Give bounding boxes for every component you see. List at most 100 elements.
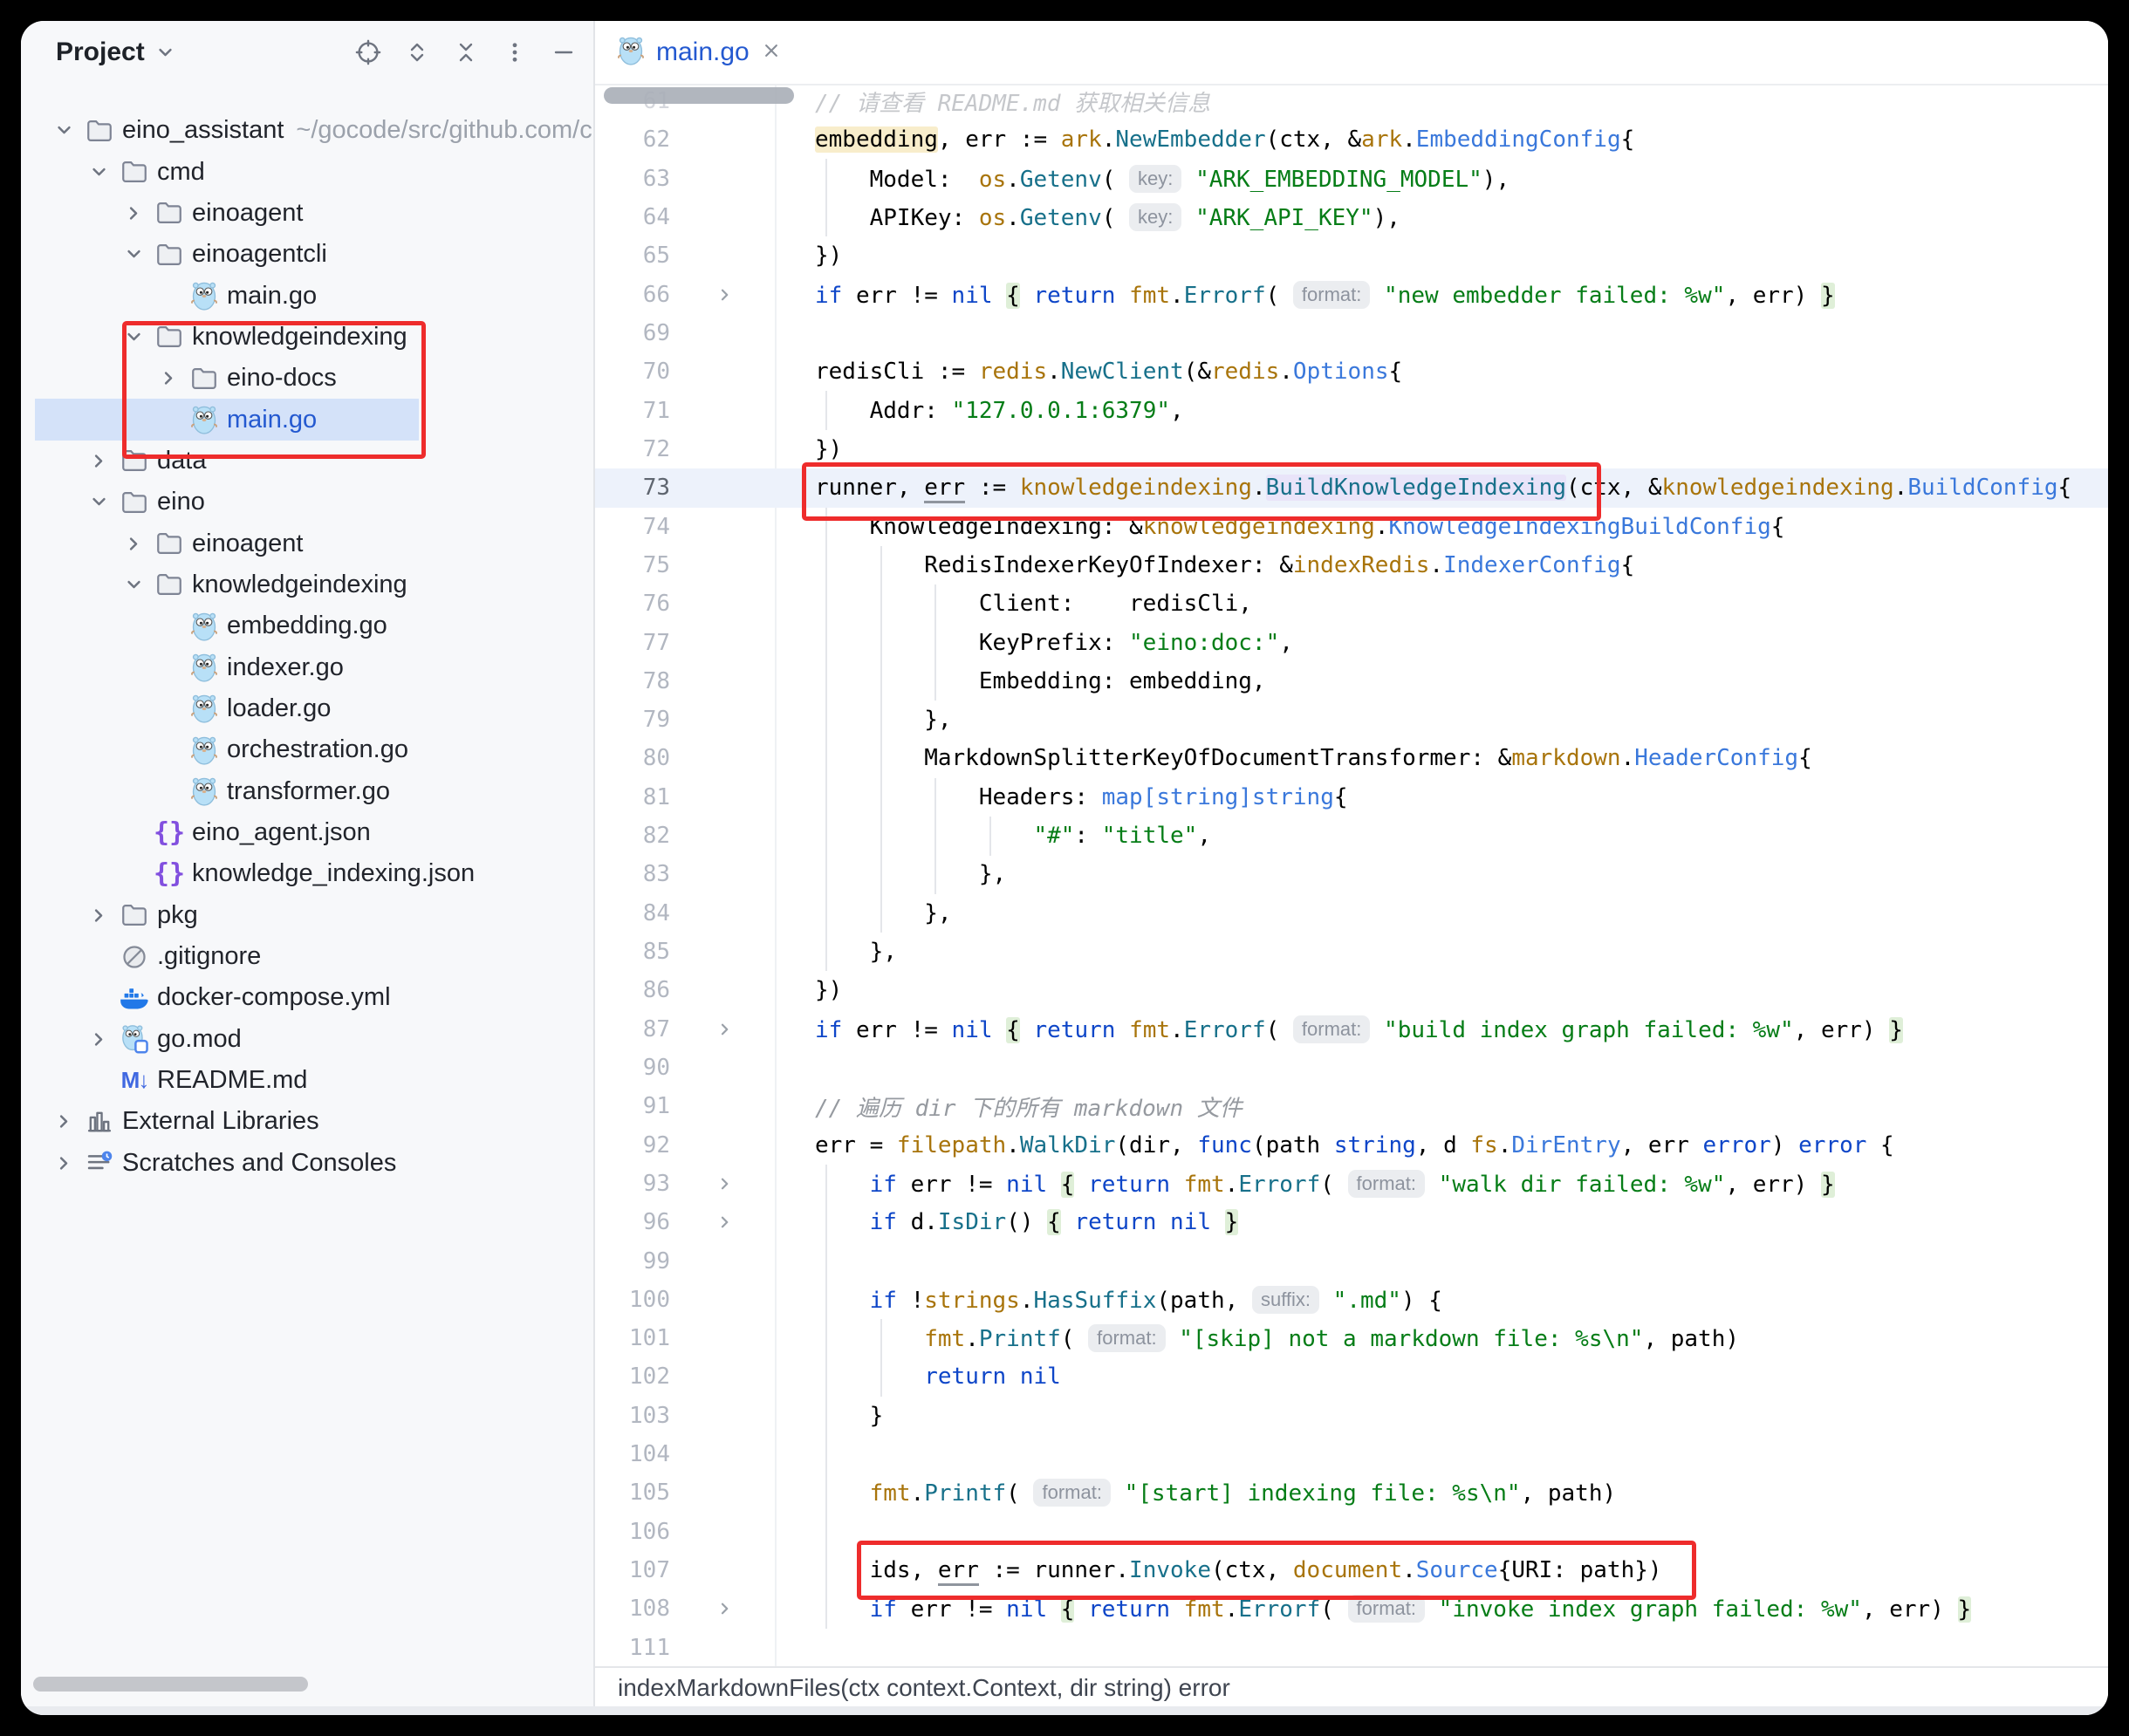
chevron-right-icon[interactable] (82, 449, 115, 473)
code-line-105[interactable]: 105 fmt.Printf( format: "[start] indexin… (595, 1473, 2108, 1512)
tree-item-cmd[interactable]: cmd (21, 151, 594, 192)
code-line-91[interactable]: 91// 遍历 dir 下的所有 markdown 文件 (595, 1087, 2108, 1125)
chevron-right-icon[interactable] (117, 202, 150, 225)
tree-item-embedding.go[interactable]: embedding.go (21, 605, 594, 646)
code-line-96[interactable]: 96 if d.IsDir() { return nil } (595, 1203, 2108, 1241)
tree-item-loader.go[interactable]: loader.go (21, 688, 594, 729)
code-token (1115, 283, 1129, 309)
tree-item-orchestration.go[interactable]: orchestration.go (21, 729, 594, 770)
tree-item-transformer.go[interactable]: transformer.go (21, 771, 594, 812)
code-line-85[interactable]: 85 }, (595, 933, 2108, 971)
code-line-87[interactable]: 87if err != nil { return fmt.Errorf( for… (595, 1010, 2108, 1049)
tree-item-knowledgeindexing[interactable]: knowledgeindexing (21, 564, 594, 605)
code-line-75[interactable]: 75 RedisIndexerKeyOfIndexer: &indexRedis… (595, 546, 2108, 584)
fold-arrow-icon[interactable] (670, 1019, 780, 1040)
code-line-77[interactable]: 77 KeyPrefix: "eino:doc:", (595, 623, 2108, 661)
tree-item-einoagentcli[interactable]: einoagentcli (21, 234, 594, 275)
code-line-84[interactable]: 84 }, (595, 894, 2108, 933)
panel-editor-divider[interactable] (593, 21, 595, 1715)
code-line-104[interactable]: 104 (595, 1435, 2108, 1473)
collapse-all-icon[interactable] (451, 38, 481, 67)
panel-actions (353, 21, 578, 84)
code-line-80[interactable]: 80 MarkdownSplitterKeyOfDocumentTransfor… (595, 739, 2108, 777)
tree-item-pkg[interactable]: pkg (21, 895, 594, 936)
code-line-103[interactable]: 103 } (595, 1397, 2108, 1435)
tree-item-eino[interactable]: eino (21, 482, 594, 523)
code-line-71[interactable]: 71 Addr: "127.0.0.1:6379", (595, 392, 2108, 430)
tree-item-readme.md[interactable]: M↓README.md (21, 1060, 594, 1101)
tree-item-eino_assistant[interactable]: eino_assistant~/gocode/src/github.com/cl (21, 110, 594, 151)
code-line-93[interactable]: 93 if err != nil { return fmt.Errorf( fo… (595, 1165, 2108, 1203)
fold-arrow-icon[interactable] (670, 1173, 780, 1194)
code-token: err != (897, 1172, 1006, 1198)
more-options-icon[interactable] (500, 38, 530, 67)
tree-item-einoagent[interactable]: einoagent (21, 193, 594, 234)
line-number: 105 (595, 1480, 670, 1506)
horizontal-scrollbar-thumb[interactable] (33, 1677, 308, 1692)
chevron-down-icon[interactable] (47, 119, 80, 142)
code-line-65[interactable]: 65}) (595, 236, 2108, 275)
code-token: "new embedder failed: %w" (1384, 283, 1725, 309)
tree-item-eino_agent.json[interactable]: {}eino_agent.json (21, 812, 594, 853)
code-line-69[interactable]: 69 (595, 314, 2108, 352)
chevron-down-icon[interactable] (82, 161, 115, 184)
code-line-100[interactable]: 100 if !strings.HasSuffix(path, suffix: … (595, 1281, 2108, 1319)
code-line-66[interactable]: 66if err != nil { return fmt.Errorf( for… (595, 276, 2108, 314)
code-line-82[interactable]: 82 "#": "title", (595, 817, 2108, 855)
code-area[interactable]: 61// 请查看 README.md 获取相关信息62embedding, er… (595, 82, 2108, 1667)
code-line-76[interactable]: 76 Client: redisCli, (595, 584, 2108, 623)
expand-all-icon[interactable] (402, 38, 432, 67)
code-line-86[interactable]: 86}) (595, 971, 2108, 1009)
code-text: Headers: map[string]string{ (815, 784, 1348, 810)
locate-file-icon[interactable] (353, 38, 383, 67)
code-token: ( (1061, 1326, 1088, 1352)
fold-arrow-icon[interactable] (670, 284, 780, 305)
tree-item-external-libraries[interactable]: External Libraries (21, 1101, 594, 1142)
fold-arrow-icon[interactable] (670, 1212, 780, 1233)
chevron-down-icon[interactable] (154, 41, 177, 65)
code-text: if !strings.HasSuffix(path, suffix: ".md… (815, 1286, 1442, 1314)
chevron-down-icon[interactable] (117, 573, 150, 597)
tree-item-main.go[interactable]: main.go (21, 275, 594, 316)
code-line-83[interactable]: 83 }, (595, 855, 2108, 893)
folder-icon (115, 157, 154, 187)
code-line-64[interactable]: 64 APIKey: os.Getenv( key: "ARK_API_KEY"… (595, 198, 2108, 236)
code-line-78[interactable]: 78 Embedding: embedding, (595, 662, 2108, 701)
fold-arrow-icon[interactable] (670, 1598, 780, 1619)
code-line-102[interactable]: 102 return nil (595, 1357, 2108, 1396)
tree-item-.gitignore[interactable]: .gitignore (21, 936, 594, 977)
code-line-81[interactable]: 81 Headers: map[string]string{ (595, 778, 2108, 817)
panel-title[interactable]: Project (56, 38, 145, 67)
tree-item-knowledge_indexing.json[interactable]: {}knowledge_indexing.json (21, 853, 594, 894)
tab-main-go[interactable]: main.go (616, 35, 783, 71)
chevron-right-icon[interactable] (117, 532, 150, 556)
hide-panel-icon[interactable] (549, 38, 578, 67)
chevron-right-icon[interactable] (47, 1110, 80, 1133)
tree-item-einoagent[interactable]: einoagent (21, 523, 594, 564)
code-line-90[interactable]: 90 (595, 1049, 2108, 1087)
chevron-right-icon[interactable] (82, 904, 115, 927)
code-line-79[interactable]: 79 }, (595, 701, 2108, 739)
code-line-101[interactable]: 101 fmt.Printf( format: "[skip] not a ma… (595, 1319, 2108, 1357)
code-line-99[interactable]: 99 (595, 1241, 2108, 1280)
code-line-111[interactable]: 111 (595, 1629, 2108, 1667)
chevron-right-icon[interactable] (47, 1152, 80, 1175)
code-token: IsDir (938, 1209, 1006, 1235)
code-line-62[interactable]: 62embedding, err := ark.NewEmbedder(ctx,… (595, 120, 2108, 159)
code-line-61[interactable]: 61// 请查看 README.md 获取相关信息 (595, 82, 2108, 120)
tree-item-go.mod[interactable]: go.mod (21, 1019, 594, 1060)
tree-item-scratches-and-consoles[interactable]: Scratches and Consoles (21, 1143, 594, 1184)
chevron-right-icon[interactable] (82, 1028, 115, 1051)
close-icon[interactable] (760, 39, 783, 66)
tree-item-indexer.go[interactable]: indexer.go (21, 646, 594, 687)
code-line-70[interactable]: 70redisCli := redis.NewClient(&redis.Opt… (595, 352, 2108, 391)
chevron-down-icon[interactable] (82, 490, 115, 514)
code-line-63[interactable]: 63 Model: os.Getenv( key: "ARK_EMBEDDING… (595, 160, 2108, 198)
code-token: }, (815, 900, 952, 926)
editor-hscrollbar-thumb[interactable] (604, 87, 794, 104)
folder-icon (115, 900, 154, 930)
code-line-92[interactable]: 92err = filepath.WalkDir(dir, func(path … (595, 1125, 2108, 1164)
code-token: "#" (1033, 823, 1074, 849)
tree-item-docker-compose.yml[interactable]: docker-compose.yml (21, 977, 594, 1018)
chevron-down-icon[interactable] (117, 243, 150, 266)
